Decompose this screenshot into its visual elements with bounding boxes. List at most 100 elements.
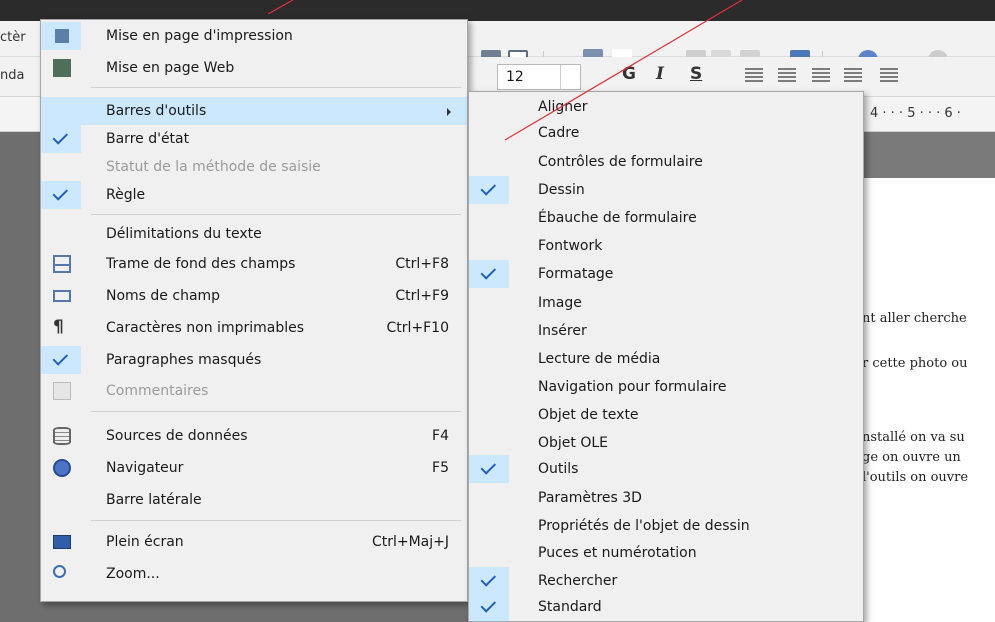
menu-item-label: Barre d'état	[106, 131, 190, 147]
web-layout-icon	[53, 59, 71, 77]
menu-item-zoom[interactable]: Zoom...	[41, 560, 467, 588]
submenu-item-tools[interactable]: Outils	[469, 455, 863, 483]
align-left-icon[interactable]	[745, 68, 763, 84]
menu-item-label: Statut de la méthode de saisie	[106, 159, 321, 175]
ruler-ticks: 4 · · · 5 · · · 6 ·	[870, 106, 961, 121]
menu-item-shortcut: Ctrl+F10	[386, 320, 449, 336]
menu-item-label: Mise en page Web	[106, 60, 235, 76]
compass-icon	[53, 459, 71, 477]
print-layout-icon	[53, 27, 71, 45]
magnifier-icon	[53, 565, 66, 578]
checkmark-icon	[41, 125, 81, 153]
checkmark-icon	[41, 181, 81, 209]
font-size-value: 12	[506, 69, 524, 85]
submenu-item-text-object[interactable]: Objet de texte	[469, 401, 863, 429]
menu-item-field-shadings[interactable]: Trame de fond des champs Ctrl+F8	[41, 250, 467, 278]
submenu-item-drawing-object-properties[interactable]: Propriétés de l'objet de dessin	[469, 512, 863, 540]
submenu-item-form-design[interactable]: Ébauche de formulaire	[469, 204, 863, 232]
underline-button[interactable]: S	[690, 64, 702, 84]
menu-item-status-bar[interactable]: Barre d'état	[41, 125, 467, 153]
bold-button[interactable]: G	[622, 64, 636, 84]
toolbars-submenu: Aligner Cadre Contrôles de formulaire De…	[468, 91, 864, 622]
chevron-down-icon[interactable]	[560, 65, 580, 89]
checkmark-icon	[469, 260, 509, 288]
submenu-item-fontwork[interactable]: Fontwork	[469, 232, 863, 260]
menu-item-label: Zoom...	[106, 566, 160, 582]
menu-item-field-names[interactable]: Noms de champ Ctrl+F9	[41, 282, 467, 310]
menu-item-shortcut: F5	[432, 460, 449, 476]
menu-item-label: Rechercher	[538, 573, 618, 589]
justify-icon[interactable]	[844, 68, 862, 84]
menu-item-label: Lecture de média	[538, 351, 661, 367]
menu-item-sidebar[interactable]: Barre latérale	[41, 486, 467, 514]
field-shading-icon	[53, 255, 71, 273]
menu-item-toolbars[interactable]: Barres d'outils	[41, 97, 467, 125]
full-screen-icon	[53, 535, 71, 549]
checkmark-icon	[469, 176, 509, 204]
menu-item-formatting-marks[interactable]: ¶ Caractères non imprimables Ctrl+F10	[41, 314, 467, 342]
menu-item-ruler[interactable]: Règle	[41, 181, 467, 209]
menu-item-label: Navigateur	[106, 460, 184, 476]
submenu-item-frame[interactable]: Cadre	[469, 119, 863, 147]
menu-item-label: Objet OLE	[538, 435, 609, 451]
title-bar	[0, 0, 995, 21]
menu-item-label: Sources de données	[106, 428, 248, 444]
submenu-item-find[interactable]: Rechercher	[469, 567, 863, 595]
menu-item-label: Insérer	[538, 323, 587, 339]
submenu-item-bullets-numbering[interactable]: Puces et numérotation	[469, 539, 863, 567]
menu-item-navigator[interactable]: Navigateur F5	[41, 454, 467, 482]
menu-item-shortcut: Ctrl+F9	[395, 288, 449, 304]
menu-item-label: Plein écran	[106, 534, 184, 550]
italic-button[interactable]: I	[656, 64, 664, 84]
submenu-item-ole-object[interactable]: Objet OLE	[469, 429, 863, 457]
submenu-item-media-playback[interactable]: Lecture de média	[469, 345, 863, 373]
font-size-box[interactable]: 12	[497, 64, 581, 90]
toolbar-truncated-label: nda	[0, 68, 25, 83]
menu-item-print-layout[interactable]: Mise en page d'impression	[41, 22, 467, 50]
menu-item-label: Mise en page d'impression	[106, 28, 293, 44]
submenu-item-standard[interactable]: Standard	[469, 593, 863, 621]
list-icon[interactable]	[880, 68, 898, 84]
submenu-item-insert[interactable]: Insérer	[469, 317, 863, 345]
menu-item-label: Trame de fond des champs	[106, 256, 296, 272]
align-center-icon[interactable]	[778, 68, 796, 84]
submenu-item-formatting[interactable]: Formatage	[469, 260, 863, 288]
menu-item-label: Barres d'outils	[106, 103, 207, 119]
menu-item-label: Barre latérale	[106, 492, 202, 508]
submenu-item-form-controls[interactable]: Contrôles de formulaire	[469, 148, 863, 176]
toolbar-truncated-label: ctèr	[0, 30, 26, 45]
menu-item-label: Caractères non imprimables	[106, 320, 305, 336]
menu-item-label: Règle	[106, 187, 146, 203]
menu-item-label: Noms de champ	[106, 288, 221, 304]
menu-item-label: Cadre	[538, 125, 580, 141]
document-page[interactable]: nt aller cherche r cette photo ou nstall…	[862, 178, 995, 622]
pilcrow-icon: ¶	[53, 317, 64, 337]
menu-item-label: Paramètres 3D	[538, 490, 642, 506]
menu-item-full-screen[interactable]: Plein écran Ctrl+Maj+J	[41, 528, 467, 556]
menu-item-label: Image	[538, 295, 582, 311]
menu-item-label: Formatage	[538, 266, 614, 282]
submenu-item-form-navigation[interactable]: Navigation pour formulaire	[469, 373, 863, 401]
menu-item-label: Commentaires	[106, 383, 209, 399]
document-text-line: nstallé on va su	[862, 430, 965, 445]
align-right-icon[interactable]	[812, 68, 830, 84]
menu-item-shortcut: F4	[432, 428, 449, 444]
menu-item-text-boundaries[interactable]: Délimitations du texte	[41, 220, 467, 248]
submenu-item-align[interactable]: Aligner	[469, 93, 863, 121]
menu-item-label: Aligner	[538, 99, 588, 115]
menu-item-hidden-paragraphs[interactable]: Paragraphes masqués	[41, 346, 467, 374]
checkmark-icon	[469, 455, 509, 483]
menu-item-web-layout[interactable]: Mise en page Web	[41, 54, 467, 82]
document-text-line: ge on ouvre un	[862, 450, 961, 465]
menu-item-label: Puces et numérotation	[538, 545, 697, 561]
submenu-item-image[interactable]: Image	[469, 289, 863, 317]
menu-item-label: Outils	[538, 461, 579, 477]
menu-item-data-sources[interactable]: Sources de données F4	[41, 422, 467, 450]
menu-item-label: Propriétés de l'objet de dessin	[538, 518, 750, 534]
page-margin	[862, 132, 995, 178]
checkmark-icon	[41, 346, 81, 374]
menu-item-label: Objet de texte	[538, 407, 639, 423]
submenu-item-3d-settings[interactable]: Paramètres 3D	[469, 484, 863, 512]
submenu-item-drawing[interactable]: Dessin	[469, 176, 863, 204]
menu-item-label: Navigation pour formulaire	[538, 379, 727, 395]
